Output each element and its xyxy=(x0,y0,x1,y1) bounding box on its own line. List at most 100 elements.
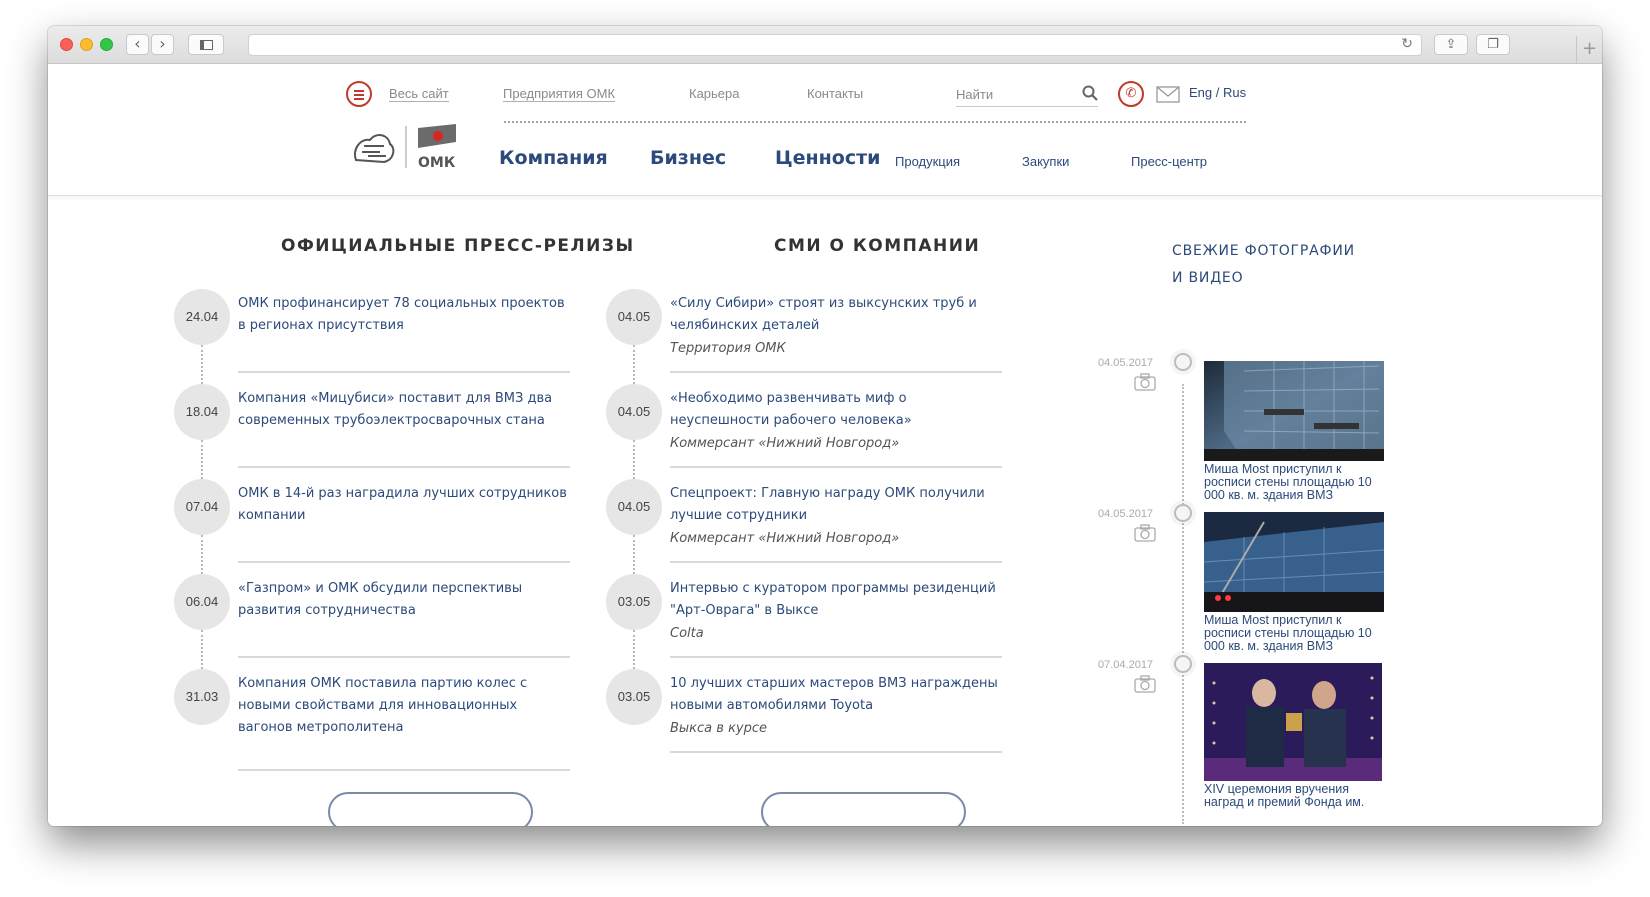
site-logo[interactable]: ОМК xyxy=(350,120,462,172)
nav-business[interactable]: Бизнес xyxy=(650,147,726,169)
nav-company[interactable]: Компания xyxy=(499,147,608,169)
photo-caption[interactable]: Миша Most приступил к росписи стены площ… xyxy=(1204,614,1388,653)
photo-item[interactable]: 04.05.2017 Миша Most приступил к росписи… xyxy=(1098,500,1398,655)
divider xyxy=(238,466,570,468)
date-badge: 03.05 xyxy=(606,574,662,630)
forward-button[interactable]: › xyxy=(151,34,174,55)
address-bar[interactable]: ↻ xyxy=(248,34,1422,56)
header-divider xyxy=(504,121,1246,123)
date-badge: 04.05 xyxy=(606,289,662,345)
phone-icon[interactable]: ✆ xyxy=(1118,81,1144,107)
sidebar-icon xyxy=(200,40,213,50)
night-building-photo[interactable] xyxy=(1204,512,1384,612)
search-input[interactable] xyxy=(956,83,1076,105)
photo-date: 04.05.2017 xyxy=(1098,357,1154,369)
sidebar-toggle-button[interactable] xyxy=(188,34,224,55)
media-item[interactable]: 04.05 «Необходимо развенчивать миф о неу… xyxy=(606,384,1002,479)
timeline-connector xyxy=(633,345,635,384)
divider xyxy=(238,656,570,658)
press-release-item[interactable]: 31.03 Компания ОМК поставила партию коле… xyxy=(174,669,570,771)
logo-text: ОМК xyxy=(418,155,456,171)
minimize-window-button[interactable] xyxy=(80,38,93,51)
news-source: Коммерсант «Нижний Новгород» xyxy=(670,531,900,546)
timeline-dot xyxy=(1170,500,1196,526)
building-mural-photo[interactable] xyxy=(1204,361,1384,461)
browser-window: ‹ › ↻ ⇪ ❐ + Весь сайт Предприятия ОМК Ка… xyxy=(48,26,1602,826)
press-release-item[interactable]: 18.04 Компания «Мицубиси» поставит для В… xyxy=(174,384,570,479)
news-link[interactable]: ОМК в 14-й раз наградила лучших сотрудни… xyxy=(238,483,568,527)
date-badge: 04.05 xyxy=(606,384,662,440)
news-source: Выкса в курсе xyxy=(670,721,768,736)
news-link[interactable]: Спецпроект: Главную награду ОМК получили… xyxy=(670,483,1000,527)
hamburger-menu-icon[interactable] xyxy=(346,81,372,107)
timeline-connector xyxy=(633,440,635,479)
divider xyxy=(238,769,570,771)
photo-date: 04.05.2017 xyxy=(1098,508,1154,520)
news-link[interactable]: «Необходимо развенчивать миф о неуспешно… xyxy=(670,388,1000,432)
career-link[interactable]: Карьера xyxy=(689,86,740,101)
news-link[interactable]: 10 лучших старших мастеров ВМЗ награжден… xyxy=(670,673,1000,717)
language-switcher: Eng / Rus xyxy=(1189,85,1246,100)
camera-icon xyxy=(1134,524,1156,542)
chevron-right-icon: › xyxy=(159,34,166,53)
news-link[interactable]: Компания ОМК поставила партию колес с но… xyxy=(238,673,568,739)
mail-icon[interactable] xyxy=(1156,86,1180,103)
press-release-item[interactable]: 06.04 «Газпром» и ОМК обсудили перспекти… xyxy=(174,574,570,669)
photo-item[interactable]: 07.04.2017 XIV церемония вручения наград… xyxy=(1098,651,1398,809)
divider xyxy=(670,751,1002,753)
media-item[interactable]: 03.05 10 лучших старших мастеров ВМЗ наг… xyxy=(606,669,1002,764)
lang-separator: / xyxy=(1212,85,1223,100)
press-release-item[interactable]: 07.04 ОМК в 14-й раз наградила лучших со… xyxy=(174,479,570,574)
more-media-button[interactable] xyxy=(761,792,966,826)
date-badge: 04.05 xyxy=(606,479,662,535)
tabs-icon: ❐ xyxy=(1487,37,1499,52)
search-icon[interactable] xyxy=(1082,85,1098,101)
reload-icon[interactable]: ↻ xyxy=(1401,36,1413,52)
contacts-link[interactable]: Контакты xyxy=(807,86,863,101)
date-badge: 24.04 xyxy=(174,289,230,345)
news-link[interactable]: Компания «Мицубиси» поставит для ВМЗ два… xyxy=(238,388,568,432)
photo-caption[interactable]: Миша Most приступил к росписи стены площ… xyxy=(1204,463,1388,502)
divider xyxy=(238,561,570,563)
date-badge: 06.04 xyxy=(174,574,230,630)
share-button[interactable]: ⇪ xyxy=(1434,34,1468,55)
enterprises-link[interactable]: Предприятия ОМК xyxy=(503,86,616,102)
more-press-releases-button[interactable] xyxy=(328,792,533,826)
lang-eng-link[interactable]: Eng xyxy=(1189,85,1212,100)
new-tab-button[interactable]: + xyxy=(1576,36,1602,64)
media-item[interactable]: 04.05 «Силу Сибири» строят из выксунских… xyxy=(606,289,1002,384)
divider xyxy=(670,561,1002,563)
photo-caption[interactable]: XIV церемония вручения наград и премий Ф… xyxy=(1204,783,1388,809)
press-release-item[interactable]: 24.04 ОМК профинансирует 78 социальных п… xyxy=(174,289,570,384)
photo-item[interactable]: 04.05.2017 Миша Most приступил к росписи… xyxy=(1098,349,1398,504)
nav-values[interactable]: Ценности xyxy=(775,147,880,169)
news-link[interactable]: «Силу Сибири» строят из выксунских труб … xyxy=(670,293,1000,337)
camera-icon xyxy=(1134,675,1156,693)
news-link[interactable]: «Газпром» и ОМК обсудили перспективы раз… xyxy=(238,578,568,622)
divider xyxy=(670,466,1002,468)
nav-products[interactable]: Продукция xyxy=(895,154,960,169)
news-source: Территория ОМК xyxy=(670,341,786,356)
news-link[interactable]: ОМК профинансирует 78 социальных проекто… xyxy=(238,293,568,337)
back-button[interactable]: ‹ xyxy=(126,34,149,55)
press-releases-title: ОФИЦИАЛЬНЫЕ ПРЕСС-РЕЛИЗЫ xyxy=(281,236,635,256)
nav-press-center[interactable]: Пресс-центр xyxy=(1131,154,1207,169)
photos-title[interactable]: СВЕЖИЕ ФОТОГРАФИИ И ВИДЕО xyxy=(1172,238,1355,292)
divider xyxy=(238,371,570,373)
media-item[interactable]: 04.05 Спецпроект: Главную награду ОМК по… xyxy=(606,479,1002,574)
logo-icon: ОМК xyxy=(354,124,456,171)
show-tabs-button[interactable]: ❐ xyxy=(1476,34,1510,55)
news-link[interactable]: Интервью с куратором программы резиденци… xyxy=(670,578,1000,622)
divider xyxy=(670,371,1002,373)
zoom-window-button[interactable] xyxy=(100,38,113,51)
timeline-connector xyxy=(633,630,635,669)
date-badge: 03.05 xyxy=(606,669,662,725)
lang-rus-link[interactable]: Rus xyxy=(1223,85,1246,100)
all-site-link[interactable]: Весь сайт xyxy=(389,86,449,102)
award-ceremony-photo[interactable] xyxy=(1204,663,1382,781)
nav-procurement[interactable]: Закупки xyxy=(1022,154,1069,169)
date-badge: 18.04 xyxy=(174,384,230,440)
media-item[interactable]: 03.05 Интервью с куратором программы рез… xyxy=(606,574,1002,669)
close-window-button[interactable] xyxy=(60,38,73,51)
photos-title-line2: И ВИДЕО xyxy=(1172,270,1244,286)
